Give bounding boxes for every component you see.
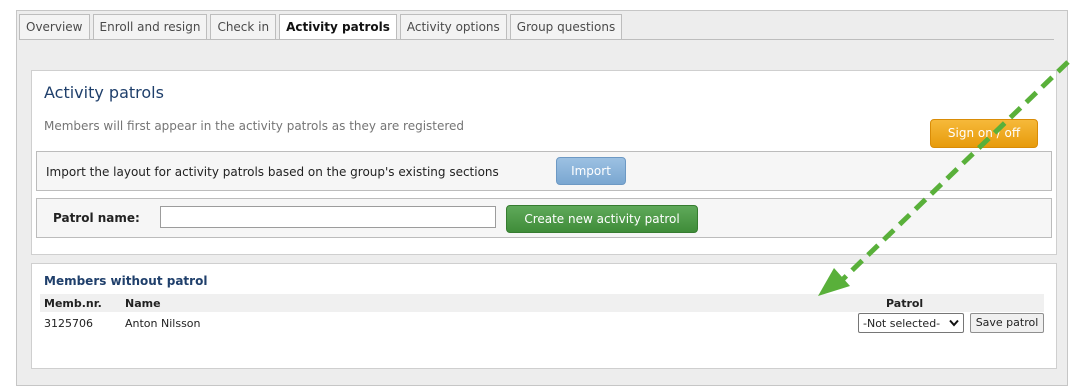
patrol-select-value: -Not selected- bbox=[863, 316, 941, 330]
import-section: Import the layout for activity patrols b… bbox=[36, 151, 1052, 191]
members-table-header: Memb.nr. Name Patrol bbox=[40, 294, 1044, 312]
patrol-select[interactable]: -Not selected- bbox=[858, 313, 964, 333]
tab-overview[interactable]: Overview bbox=[19, 14, 90, 39]
import-description: Import the layout for activity patrols b… bbox=[46, 165, 499, 179]
tab-enroll-and-resign[interactable]: Enroll and resign bbox=[92, 14, 208, 39]
patrol-name-input[interactable] bbox=[160, 206, 496, 228]
tab-bar: Overview Enroll and resign Check in Acti… bbox=[19, 14, 623, 40]
tab-divider bbox=[19, 39, 1054, 40]
tab-activity-patrols[interactable]: Activity patrols bbox=[279, 14, 397, 40]
tab-check-in[interactable]: Check in bbox=[210, 14, 277, 39]
column-header-name: Name bbox=[125, 297, 161, 310]
panel-title: Activity patrols bbox=[44, 83, 164, 102]
activity-patrols-panel: Activity patrols Members will first appe… bbox=[31, 70, 1057, 255]
chevron-down-icon bbox=[949, 319, 959, 327]
members-without-patrol-panel: Members without patrol Memb.nr. Name Pat… bbox=[31, 263, 1057, 369]
member-number: 3125706 bbox=[44, 317, 93, 330]
table-row: 3125706 Anton Nilsson -Not selected- Sav… bbox=[40, 313, 1044, 336]
sign-on-off-button[interactable]: Sign on / off bbox=[930, 119, 1038, 148]
member-name: Anton Nilsson bbox=[125, 317, 201, 330]
members-panel-title: Members without patrol bbox=[44, 274, 208, 288]
panel-description: Members will first appear in the activit… bbox=[44, 119, 465, 133]
column-header-patrol: Patrol bbox=[886, 297, 924, 310]
create-patrol-button[interactable]: Create new activity patrol bbox=[506, 205, 698, 233]
save-patrol-button[interactable]: Save patrol bbox=[970, 313, 1044, 333]
tab-group-questions[interactable]: Group questions bbox=[509, 14, 623, 39]
patrol-name-label: Patrol name: bbox=[53, 211, 140, 225]
column-header-number: Memb.nr. bbox=[44, 297, 102, 310]
tab-activity-options[interactable]: Activity options bbox=[399, 14, 507, 39]
import-button[interactable]: Import bbox=[556, 157, 626, 185]
